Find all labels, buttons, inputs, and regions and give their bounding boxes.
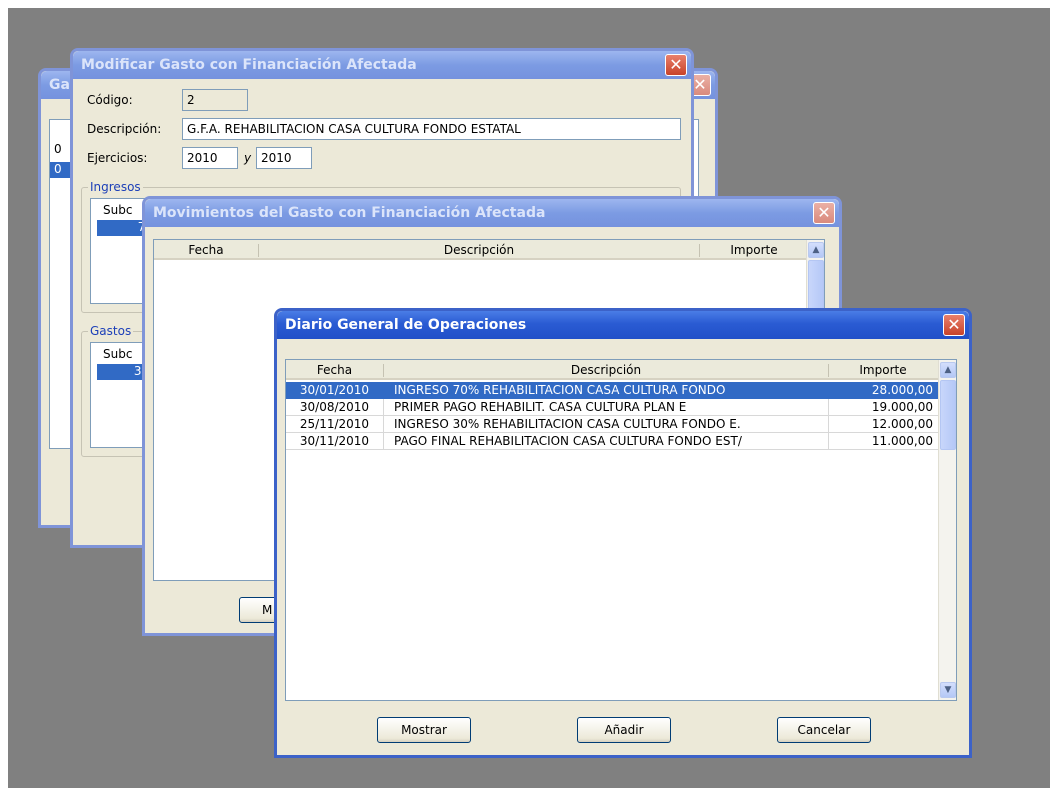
- diario-scroll-thumb[interactable]: [940, 380, 956, 450]
- diario-row-importe: 11.000,00: [828, 433, 933, 450]
- close-icon: ✕: [669, 55, 683, 74]
- diario-row-descripcion: PRIMER PAGO REHABILIT. CASA CULTURA PLAN…: [383, 399, 828, 416]
- diario-row-fecha: 30/01/2010: [299, 383, 370, 397]
- diario-row-descripcion: INGRESO 70% REHABILITACION CASA CULTURA …: [394, 383, 726, 397]
- scroll-down-arrow-icon[interactable]: ▼: [940, 682, 956, 698]
- scroll-up-arrow-icon[interactable]: ▲: [940, 362, 956, 378]
- diario-row-fecha: 30/11/2010: [299, 434, 370, 448]
- diario-row-fecha: 25/11/2010: [299, 417, 370, 431]
- diario-row-importe: 28.000,00: [871, 383, 933, 397]
- window-modificar-titlebar[interactable]: Modificar Gasto con Financiación Afectad…: [73, 51, 691, 79]
- cancelar-button[interactable]: Cancelar: [777, 717, 871, 743]
- mostrar-button-label: Mostrar: [401, 723, 447, 737]
- window-diario-general[interactable]: Diario General de Operaciones ✕ Fecha De…: [274, 308, 972, 758]
- window-diario-titlebar[interactable]: Diario General de Operaciones ✕: [277, 311, 969, 339]
- diario-list[interactable]: Fecha Descripción Importe 30/01/2010 ING…: [285, 359, 957, 701]
- diario-row-fecha: 30/08/2010: [299, 400, 370, 414]
- movimientos-col-descripcion[interactable]: Descripción: [259, 240, 699, 260]
- diario-row-importe: 19.000,00: [828, 399, 933, 416]
- diario-row-importe: 12.000,00: [828, 416, 933, 433]
- diario-row[interactable]: 30/11/2010 PAGO FINAL REHABILITACION CAS…: [286, 433, 938, 450]
- ejercicio-desde-field[interactable]: 2010: [182, 147, 238, 169]
- diario-row-descripcion: PAGO FINAL REHABILITACION CASA CULTURA F…: [383, 433, 828, 450]
- ejercicios-label: Ejercicios:: [87, 151, 148, 165]
- mostrar-button[interactable]: Mostrar: [377, 717, 471, 743]
- movimientos-mostrar-label: M: [262, 603, 273, 617]
- movimientos-col-importe[interactable]: Importe: [700, 240, 808, 260]
- anadir-button[interactable]: Añadir: [577, 717, 671, 743]
- diario-col-importe[interactable]: Importe: [829, 360, 937, 380]
- diario-row[interactable]: 25/11/2010 INGRESO 30% REHABILITACION CA…: [286, 416, 938, 433]
- diario-col-fecha[interactable]: Fecha: [286, 360, 383, 380]
- ejercicio-hasta-field[interactable]: 2010: [256, 147, 312, 169]
- diario-scrollbar[interactable]: ▲ ▼: [938, 360, 956, 700]
- movimientos-list-header: Fecha Descripción Importe: [154, 240, 806, 260]
- window-movimientos-titlebar[interactable]: Movimientos del Gasto con Financiación A…: [145, 199, 839, 227]
- window-ga-title: Ga: [49, 77, 70, 93]
- descripcion-field[interactable]: G.F.A. REHABILITACION CASA CULTURA FONDO…: [182, 118, 681, 140]
- ingresos-sub-header: Subc: [103, 203, 133, 217]
- diario-row-descripcion: INGRESO 30% REHABILITACION CASA CULTURA …: [383, 416, 828, 433]
- desktop-background: Ga ✕ 0 0 Modificar Gasto con Financiació…: [8, 8, 1050, 788]
- descripcion-label: Descripción:: [87, 122, 162, 136]
- movimientos-col-fecha[interactable]: Fecha: [154, 240, 258, 260]
- close-icon: ✕: [693, 75, 707, 94]
- anadir-button-label: Añadir: [604, 723, 644, 737]
- window-diario-body: Fecha Descripción Importe 30/01/2010 ING…: [277, 339, 969, 755]
- gastos-sub-header: Subc: [103, 347, 133, 361]
- ingresos-group-title: Ingresos: [88, 180, 143, 194]
- window-modificar-close-button[interactable]: ✕: [665, 54, 687, 76]
- diario-list-header: Fecha Descripción Importe: [286, 360, 938, 380]
- close-icon: ✕: [817, 203, 831, 222]
- close-icon: ✕: [947, 315, 961, 334]
- y-label: y: [244, 151, 252, 165]
- gastos-group-title: Gastos: [88, 324, 134, 338]
- window-movimientos-title: Movimientos del Gasto con Financiación A…: [153, 205, 546, 221]
- diario-row[interactable]: 30/08/2010 PRIMER PAGO REHABILIT. CASA C…: [286, 399, 938, 416]
- codigo-field[interactable]: 2: [182, 89, 248, 111]
- diario-col-descripcion[interactable]: Descripción: [384, 360, 828, 380]
- diario-row[interactable]: 30/01/2010 INGRESO 70% REHABILITACION CA…: [286, 382, 938, 399]
- scroll-up-arrow-icon[interactable]: ▲: [808, 242, 824, 258]
- window-diario-close-button[interactable]: ✕: [943, 314, 965, 336]
- window-diario-title: Diario General de Operaciones: [285, 317, 527, 333]
- window-ga-row-a[interactable]: 0: [54, 142, 62, 156]
- cancelar-button-label: Cancelar: [797, 723, 851, 737]
- window-movimientos-close-button[interactable]: ✕: [813, 202, 835, 224]
- window-modificar-title: Modificar Gasto con Financiación Afectad…: [81, 57, 417, 73]
- codigo-label: Código:: [87, 93, 133, 107]
